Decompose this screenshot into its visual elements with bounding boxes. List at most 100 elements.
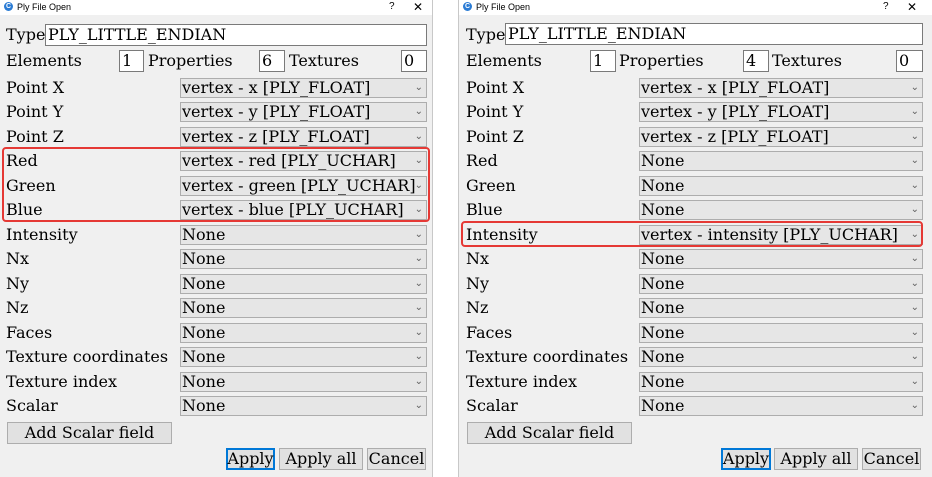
point-y-label: Point Y (466, 102, 524, 121)
properties-label: Properties (619, 51, 704, 70)
cancel-button[interactable]: Cancel (367, 448, 426, 470)
point-y-label: Point Y (6, 102, 64, 121)
point-z-combo[interactable]: vertex - z [PLY_FLOAT] ⌄ (180, 127, 427, 147)
nz-label: Nz (6, 298, 29, 317)
title-bar: C Ply File Open ? ✕ (459, 0, 932, 15)
texture-index-combo[interactable]: None ⌄ (180, 372, 427, 392)
ny-combo[interactable]: None ⌄ (639, 274, 923, 294)
blue-label: Blue (466, 200, 503, 219)
ny-label: Ny (466, 274, 490, 293)
nx-label: Nx (466, 249, 490, 268)
chevron-down-icon: ⌄ (414, 327, 423, 338)
ply-open-dialog-left: C Ply File Open ? ✕ Type PLY_LITTLE_ENDI… (0, 0, 433, 477)
nz-combo[interactable]: None ⌄ (180, 298, 427, 318)
add-scalar-field-button[interactable]: Add Scalar field (467, 422, 632, 444)
nz-label: Nz (466, 298, 489, 317)
chevron-down-icon: ⌄ (910, 376, 919, 387)
elements-field[interactable]: 1 (119, 50, 144, 72)
nx-value: None (641, 249, 685, 268)
cloudcompare-app-icon: C (4, 2, 13, 11)
intensity-label: Intensity (6, 225, 78, 244)
chevron-down-icon: ⌄ (910, 106, 919, 117)
ny-label: Ny (6, 274, 30, 293)
ny-value: None (641, 274, 685, 293)
point-z-label: Point Z (466, 127, 524, 146)
chevron-down-icon: ⌄ (414, 253, 423, 264)
point-y-combo[interactable]: vertex - y [PLY_FLOAT] ⌄ (639, 102, 923, 122)
add-scalar-field-button[interactable]: Add Scalar field (7, 422, 172, 444)
faces-combo[interactable]: None ⌄ (180, 323, 427, 343)
point-z-combo[interactable]: vertex - z [PLY_FLOAT] ⌄ (639, 127, 923, 147)
apply-button[interactable]: Apply (721, 448, 771, 470)
point-x-label: Point X (6, 78, 65, 97)
chevron-down-icon: ⌄ (910, 82, 919, 93)
green-combo[interactable]: None ⌄ (639, 176, 923, 196)
properties-field[interactable]: 6 (259, 50, 285, 72)
nx-combo[interactable]: None ⌄ (180, 249, 427, 269)
texture-index-label: Texture index (6, 372, 118, 391)
scalar-label: Scalar (466, 396, 518, 415)
close-icon[interactable]: ✕ (413, 0, 423, 14)
scalar-value: None (641, 396, 685, 415)
help-button[interactable]: ? (389, 1, 395, 12)
point-x-label: Point X (466, 78, 525, 97)
red-value: None (641, 151, 685, 170)
nx-combo[interactable]: None ⌄ (639, 249, 923, 269)
texture-coordinates-combo[interactable]: None ⌄ (639, 347, 923, 367)
type-label: Type (466, 25, 506, 44)
texture-coordinates-label: Texture coordinates (6, 347, 169, 366)
chevron-down-icon: ⌄ (414, 278, 423, 289)
type-field[interactable]: PLY_LITTLE_ENDIAN (45, 24, 427, 46)
red-combo[interactable]: None ⌄ (639, 151, 923, 171)
point-y-combo[interactable]: vertex - y [PLY_FLOAT] ⌄ (180, 102, 427, 122)
elements-field[interactable]: 1 (590, 50, 616, 72)
texture-coordinates-value: None (641, 347, 685, 366)
chevron-down-icon: ⌄ (910, 351, 919, 362)
type-field[interactable]: PLY_LITTLE_ENDIAN (505, 23, 923, 45)
apply-all-button[interactable]: Apply all (774, 448, 858, 470)
intensity-value: None (182, 225, 226, 244)
chevron-down-icon: ⌄ (414, 82, 423, 93)
chevron-down-icon: ⌄ (910, 400, 919, 411)
chevron-down-icon: ⌄ (910, 253, 919, 264)
faces-value: None (641, 323, 685, 342)
green-label: Green (466, 176, 516, 195)
textures-field[interactable]: 0 (896, 50, 923, 72)
textures-field[interactable]: 0 (401, 50, 427, 72)
properties-field[interactable]: 4 (743, 50, 769, 72)
window-title: Ply File Open (476, 2, 531, 12)
chevron-down-icon: ⌄ (414, 400, 423, 411)
point-y-value: vertex - y [PLY_FLOAT] (182, 102, 371, 121)
ny-combo[interactable]: None ⌄ (180, 274, 427, 294)
point-z-value: vertex - z [PLY_FLOAT] (182, 127, 370, 146)
faces-combo[interactable]: None ⌄ (639, 323, 923, 343)
scalar-combo[interactable]: None ⌄ (639, 396, 923, 416)
point-x-combo[interactable]: vertex - x [PLY_FLOAT] ⌄ (639, 78, 923, 98)
point-x-value: vertex - x [PLY_FLOAT] (182, 78, 371, 97)
blue-combo[interactable]: None ⌄ (639, 200, 923, 220)
help-button[interactable]: ? (883, 1, 889, 12)
intensity-combo[interactable]: None ⌄ (180, 225, 427, 245)
chevron-down-icon: ⌄ (910, 180, 919, 191)
properties-label: Properties (148, 51, 233, 70)
chevron-down-icon: ⌄ (414, 302, 423, 313)
scalar-combo[interactable]: None ⌄ (180, 396, 427, 416)
apply-button[interactable]: Apply (226, 448, 275, 470)
texture-index-value: None (641, 372, 685, 391)
nz-value: None (641, 298, 685, 317)
chevron-down-icon: ⌄ (414, 131, 423, 142)
apply-all-button[interactable]: Apply all (279, 448, 363, 470)
elements-label: Elements (6, 51, 82, 70)
textures-label: Textures (772, 51, 842, 70)
close-icon[interactable]: ✕ (907, 0, 917, 14)
texture-index-combo[interactable]: None ⌄ (639, 372, 923, 392)
nz-combo[interactable]: None ⌄ (639, 298, 923, 318)
point-x-combo[interactable]: vertex - x [PLY_FLOAT] ⌄ (180, 78, 427, 98)
cloudcompare-app-icon: C (463, 2, 472, 11)
chevron-down-icon: ⌄ (910, 302, 919, 313)
point-y-value: vertex - y [PLY_FLOAT] (641, 102, 830, 121)
nx-label: Nx (6, 249, 30, 268)
texture-coordinates-combo[interactable]: None ⌄ (180, 347, 427, 367)
type-label: Type (6, 25, 46, 44)
cancel-button[interactable]: Cancel (862, 448, 921, 470)
